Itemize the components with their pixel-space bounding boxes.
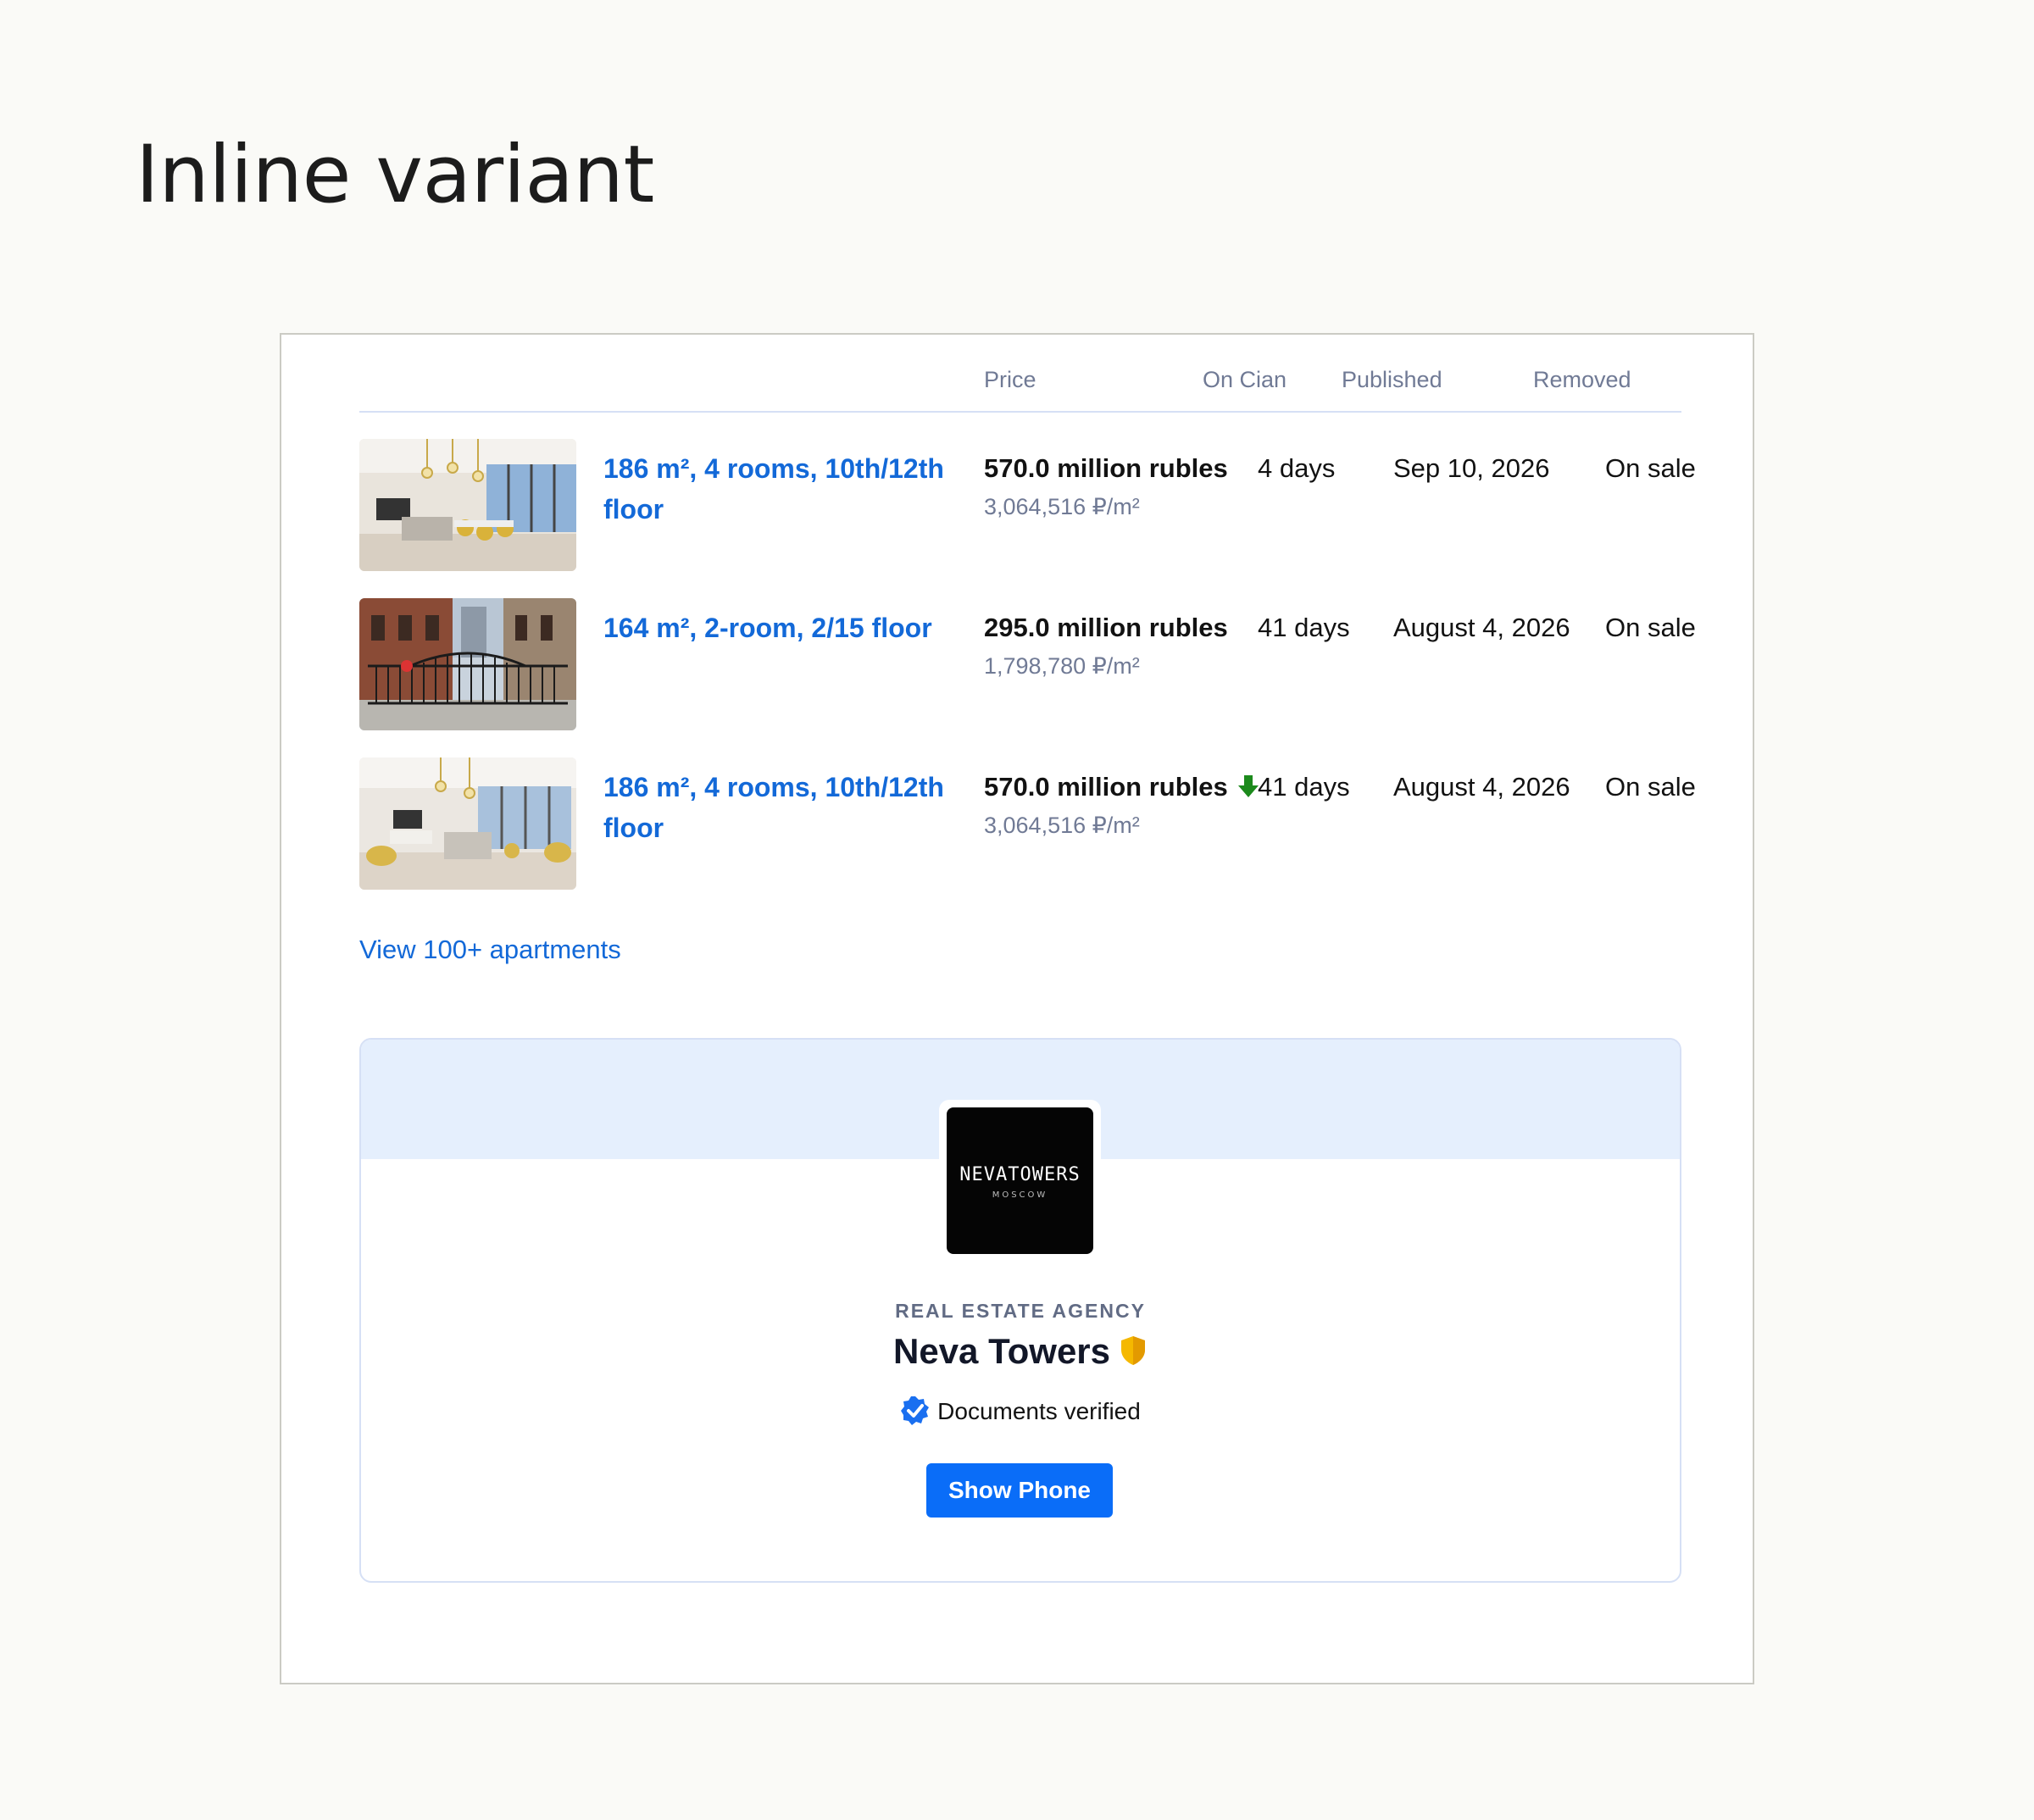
published-date: August 4, 2026 (1393, 613, 1570, 642)
agency-logo[interactable]: NEVATOWERS MOSCOW (939, 1100, 1101, 1259)
listing-price-wrap: 570.0 million rubles (984, 767, 1260, 811)
logo-subtext: MOSCOW (992, 1190, 1048, 1200)
agency-kind: REAL ESTATE AGENCY (895, 1300, 1146, 1322)
listing-frame: Price On Cian Published Removed 186 m², … (280, 333, 1754, 1684)
listing-title-link[interactable]: 186 m², 4 rooms, 10th/12th floor (603, 767, 968, 848)
page-title: Inline variant (136, 129, 654, 221)
days-on-cian: 41 days (1258, 772, 1350, 802)
down-arrow-icon (1237, 770, 1260, 811)
days-on-cian: 41 days (1258, 613, 1350, 642)
price-per-sqm: 1,798,780 ₽/m² (984, 653, 1140, 679)
listing-title-link[interactable]: 186 m², 4 rooms, 10th/12th floor (603, 448, 968, 530)
shield-icon (1110, 1331, 1148, 1371)
verified-check-icon (900, 1396, 937, 1425)
listing-title-link[interactable]: 164 m², 2-room, 2/15 floor (603, 608, 968, 648)
logo-wordmark: NEVATOWERS (959, 1164, 1080, 1185)
listing-photo[interactable] (359, 439, 576, 571)
documents-verified: Documents verified (361, 1396, 1680, 1427)
listing-photo[interactable] (359, 598, 576, 730)
agency-logo-image: NEVATOWERS MOSCOW (947, 1107, 1093, 1254)
published-date: Sep 10, 2026 (1393, 453, 1550, 483)
listing-price: 570.0 million rubles (984, 772, 1228, 802)
agency-name: Neva Towers (893, 1331, 1110, 1371)
show-phone-button[interactable]: Show Phone (926, 1463, 1113, 1518)
listing-price: 295.0 million rubles (984, 613, 1228, 642)
price-per-sqm: 3,064,516 ₽/m² (984, 813, 1140, 838)
listing-price: 570.0 million rubles (984, 453, 1228, 483)
removed-status: On sale (1605, 613, 1696, 642)
price-per-sqm: 3,064,516 ₽/m² (984, 494, 1140, 519)
agency-card: NEVATOWERS MOSCOW REAL ESTATE AGENCY Nev… (359, 1038, 1681, 1583)
removed-status: On sale (1605, 772, 1696, 802)
header-removed: Removed (1533, 367, 1631, 392)
removed-status: On sale (1605, 453, 1696, 483)
days-on-cian: 4 days (1258, 453, 1336, 483)
table-row[interactable]: 164 m², 2-room, 2/15 floor 295.0 million… (359, 572, 1696, 731)
header-on-cian: On Cian (1203, 367, 1287, 392)
table-row[interactable]: 186 m², 4 rooms, 10th/12th floor 570.0 m… (359, 413, 1696, 572)
table-header: Price On Cian Published Removed (359, 335, 1681, 413)
header-price: Price (984, 367, 1036, 392)
agency-name-line: Neva Towers (361, 1334, 1680, 1369)
listings-table: Price On Cian Published Removed 186 m², … (359, 335, 1696, 891)
verified-label: Documents verified (937, 1398, 1141, 1424)
view-all-apartments-link[interactable]: View 100+ apartments (359, 936, 621, 963)
listing-photo[interactable] (359, 757, 576, 890)
table-row[interactable]: 186 m², 4 rooms, 10th/12th floor 570.0 m… (359, 731, 1696, 891)
header-published: Published (1342, 367, 1442, 392)
published-date: August 4, 2026 (1393, 772, 1570, 802)
